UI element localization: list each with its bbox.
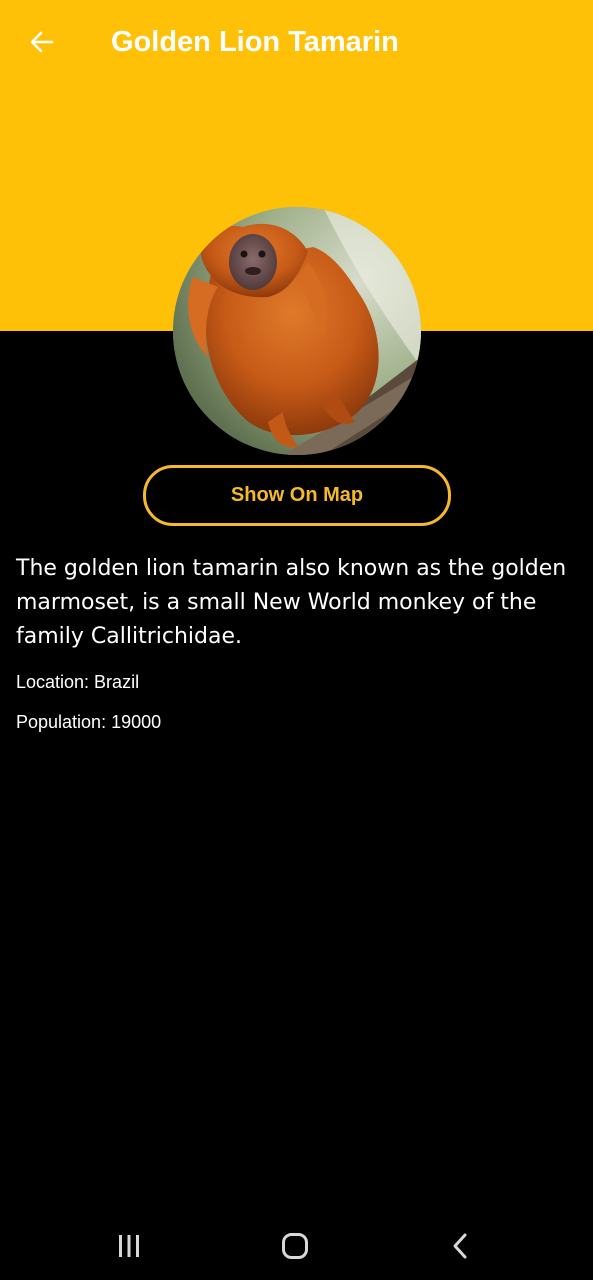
back-button[interactable] [22, 22, 62, 62]
tamarin-illustration [173, 207, 421, 455]
system-navigation-bar [0, 1210, 593, 1280]
animal-detail-screen: Golden Lion Tamarin Show On Map The gold… [0, 0, 593, 1280]
recents-icon [119, 1235, 139, 1257]
page-title: Golden Lion Tamarin [111, 26, 399, 58]
animal-photo [173, 207, 421, 455]
location-text: Location: Brazil [16, 672, 140, 692]
arrow-left-icon [30, 31, 54, 53]
animal-description: The golden lion tamarin also known as th… [16, 556, 567, 649]
population-text: Population: 19000 [16, 712, 162, 732]
system-back-button[interactable] [433, 1224, 489, 1268]
recents-button[interactable] [101, 1224, 157, 1268]
home-icon [282, 1233, 308, 1259]
back-chevron-icon [453, 1233, 467, 1259]
home-button[interactable] [267, 1224, 323, 1268]
show-on-map-button[interactable]: Show On Map [143, 465, 451, 526]
